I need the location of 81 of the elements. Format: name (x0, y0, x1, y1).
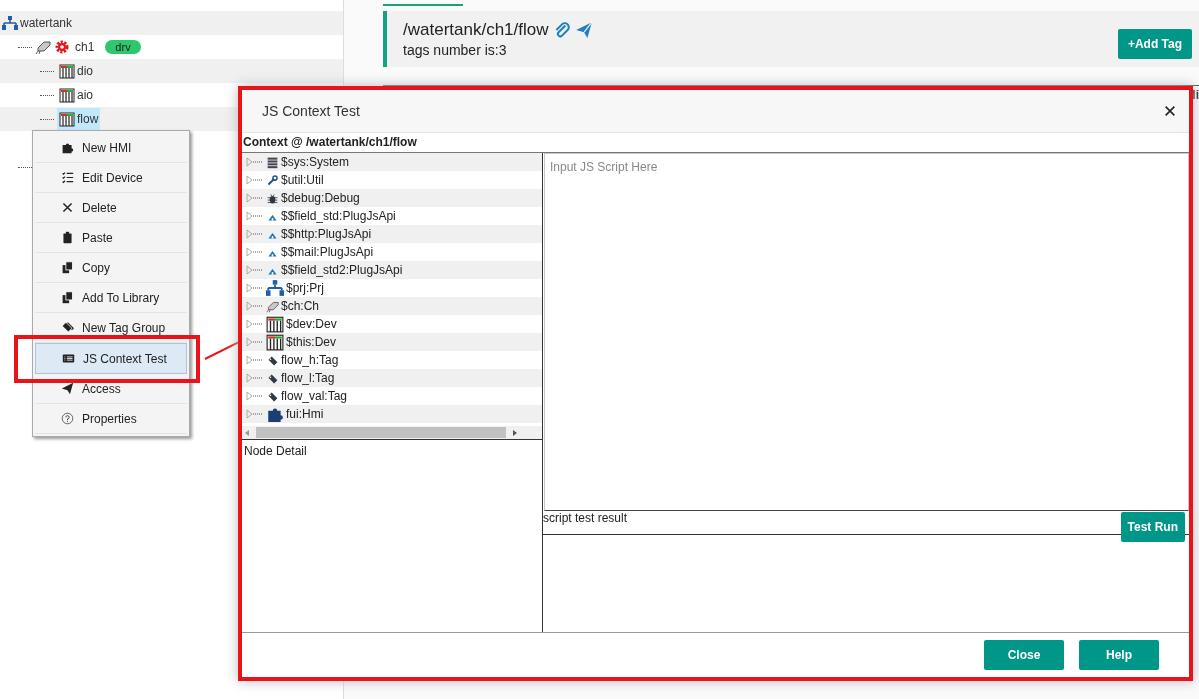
expander-icon[interactable] (246, 373, 264, 383)
test-run-button[interactable]: Test Run (1120, 512, 1185, 542)
expander-icon[interactable] (246, 319, 264, 329)
tags-count-text: tags number is:3 (403, 42, 508, 58)
context-tree-item[interactable]: $sys:System (281, 155, 349, 169)
dialog-button[interactable]: Help (1079, 640, 1159, 670)
horizontal-scrollbar[interactable] (242, 426, 542, 439)
bug-icon (266, 191, 279, 205)
menu-item[interactable]: Copy (35, 253, 187, 283)
expander-icon[interactable] (246, 355, 264, 365)
rack-icon (59, 63, 75, 79)
menu-item[interactable]: JS Context Test (35, 343, 187, 374)
paper-plane-icon (61, 382, 74, 395)
menu-item[interactable]: Paste (35, 223, 187, 253)
context-tree-item[interactable]: $$mail:PlugJsApi (281, 245, 374, 259)
checklist-icon (61, 171, 74, 184)
context-tree-item[interactable]: flow_val:Tag (281, 389, 348, 403)
paper-plane-icon (574, 21, 593, 39)
plug-icon (266, 299, 279, 313)
menu-item[interactable]: New HMI (35, 133, 187, 163)
rack-icon (266, 315, 284, 333)
context-tree-item[interactable]: flow_l:Tag (281, 371, 335, 385)
context-tree-item[interactable]: $prj:Prj (286, 281, 324, 295)
context-tree-item[interactable]: $ch:Ch (281, 299, 320, 313)
node-detail-label: Node Detail (244, 444, 307, 458)
expander-icon[interactable] (246, 247, 264, 257)
expander-icon[interactable] (246, 409, 264, 419)
rack-icon (266, 333, 284, 351)
tree-connector (40, 70, 54, 72)
expander-icon[interactable] (246, 265, 264, 275)
expander-icon[interactable] (246, 301, 264, 311)
menu-item[interactable]: Edit Device (35, 163, 187, 193)
dialog-title: JS Context Test (262, 103, 360, 119)
list-icon (62, 352, 75, 365)
close-icon (61, 201, 74, 214)
expander-icon[interactable] (246, 193, 264, 203)
menu-item[interactable]: Delete (35, 193, 187, 223)
context-tree-item[interactable]: fui:Hmi (286, 407, 324, 421)
expander-icon[interactable] (246, 211, 264, 221)
copy-icon (61, 261, 74, 274)
expander-icon[interactable] (246, 337, 264, 347)
help-icon (61, 412, 74, 425)
copy-icon (61, 291, 74, 304)
expander-icon[interactable] (246, 391, 264, 401)
tree-item[interactable]: dio (57, 60, 95, 82)
clipboard-icon (61, 231, 74, 244)
expander-icon[interactable] (246, 283, 264, 293)
wrench-icon (266, 173, 279, 187)
context-tree-item[interactable]: $this:Dev (286, 335, 337, 349)
context-tree-item[interactable]: $util:Util (281, 173, 324, 187)
script-editor[interactable]: Input JS Script Here (544, 153, 1189, 511)
column-header: li (1192, 87, 1199, 104)
tags-icon (61, 321, 74, 334)
network-icon (2, 15, 18, 31)
driver-badge: drv (105, 40, 141, 54)
rack-icon (59, 111, 75, 127)
puzzle-icon (61, 141, 74, 154)
dialog-button[interactable]: Close (984, 640, 1064, 670)
plug-icon (35, 39, 51, 55)
device-path-title: /watertank/ch1/flow (403, 20, 549, 40)
network-icon (266, 279, 284, 297)
server-icon (266, 155, 279, 169)
expander-icon[interactable] (246, 157, 264, 167)
menu-item[interactable]: Access (35, 374, 187, 404)
tree-item[interactable]: flow (57, 108, 101, 130)
tree-item[interactable]: aio (57, 84, 95, 106)
expander-icon[interactable] (246, 175, 264, 185)
close-icon (1163, 104, 1177, 118)
rack-icon (59, 87, 75, 103)
menu-item[interactable]: Properties (35, 404, 187, 434)
tree-item[interactable]: ch1 (73, 37, 97, 57)
tree-connector (40, 94, 54, 96)
expander-icon[interactable] (246, 229, 264, 239)
menu-item[interactable]: Add To Library (35, 283, 187, 313)
context-tree-item[interactable]: flow_h:Tag (281, 353, 339, 367)
tree-connector (40, 118, 54, 120)
context-tree-item[interactable]: $$field_std:PlugJsApi (281, 209, 396, 223)
context-tree-item[interactable]: $dev:Dev (286, 317, 337, 331)
tree-connector (18, 46, 32, 48)
add-tag-button[interactable]: +Add Tag (1117, 29, 1192, 59)
result-label: script test result (543, 511, 628, 525)
